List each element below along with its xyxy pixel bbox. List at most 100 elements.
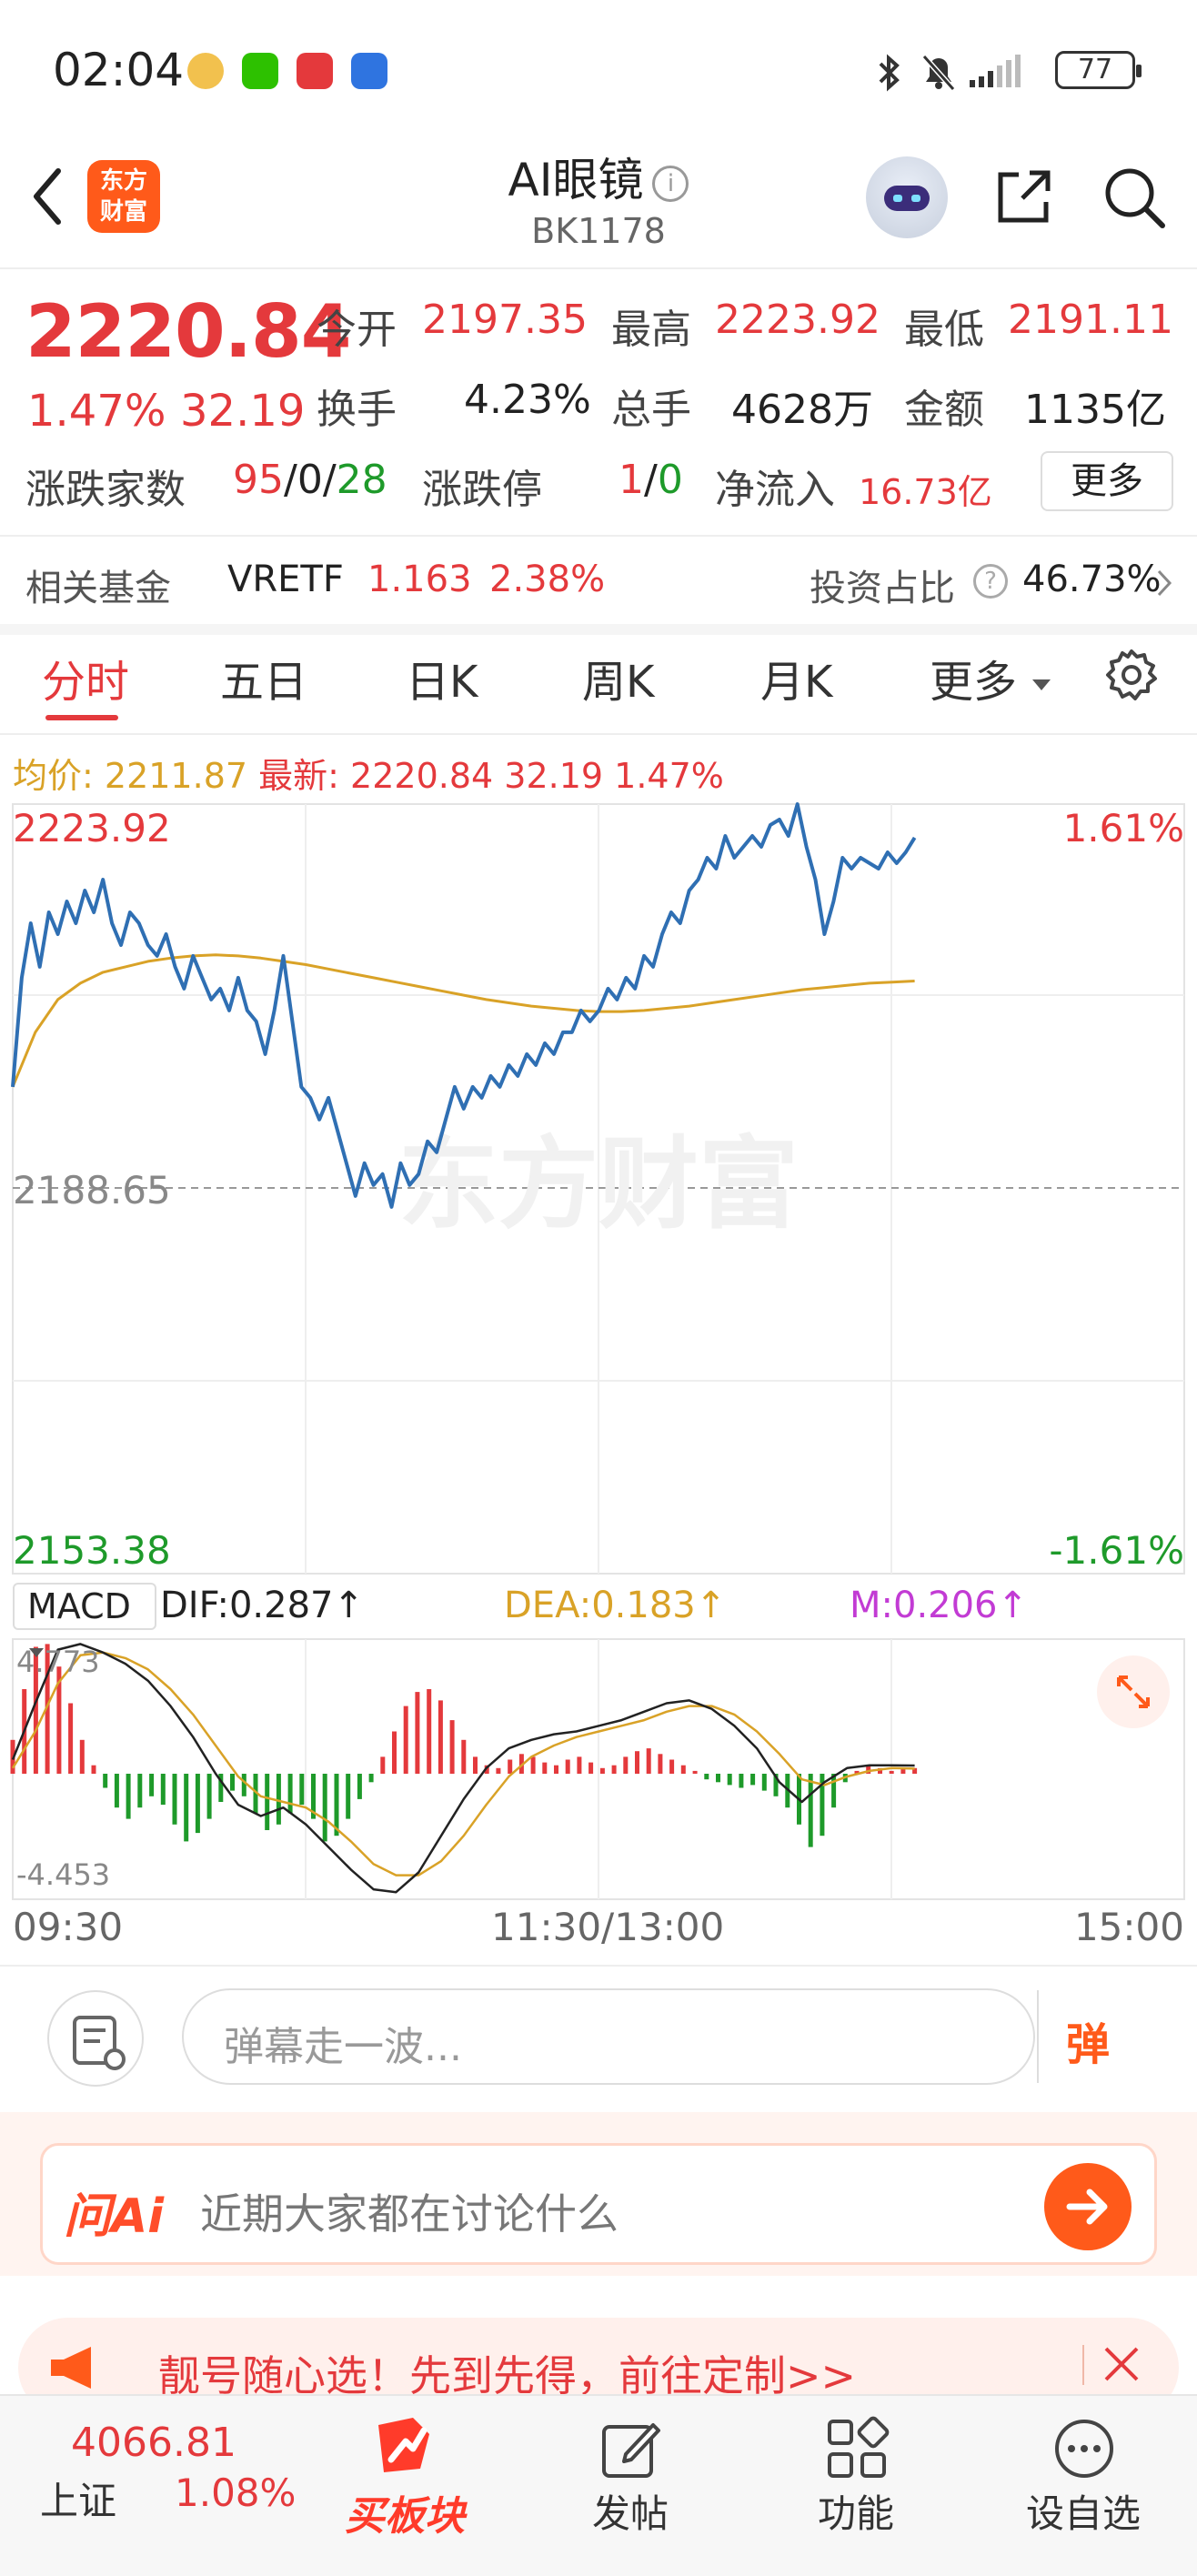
more-dots-icon[interactable] [1051, 2416, 1117, 2481]
divider [0, 267, 1197, 269]
close-icon[interactable] [1099, 2341, 1144, 2387]
limit-up: 1 [619, 457, 644, 503]
divider [0, 733, 1197, 735]
macd-bar [438, 1700, 443, 1774]
macd-bar [79, 1739, 85, 1774]
limit-values: 1/0 [619, 457, 683, 503]
tab-five-day[interactable]: 五日 [220, 646, 307, 709]
high-value: 2223.92 [715, 297, 880, 343]
chevron-right-icon[interactable] [1155, 568, 1173, 599]
open-label: 今开 [317, 307, 397, 353]
macd-bar [565, 1759, 570, 1774]
breadth-values: 95/0/28 [233, 457, 387, 503]
netflow-value: 16.73亿 [859, 472, 992, 512]
limit-down: 0 [657, 457, 683, 503]
turnover-label: 换手 [317, 387, 397, 433]
huawei-icon [297, 53, 333, 89]
comment-settings-icon[interactable] [47, 1990, 144, 2087]
watchlist-label[interactable]: 设自选 [1015, 2483, 1152, 2539]
macd-bar [692, 1770, 698, 1774]
x-tick-close: 15:00 [1073, 1905, 1184, 1949]
notification-badge-icon [187, 53, 224, 89]
fund-label: 相关基金 [25, 568, 171, 609]
gear-icon[interactable] [1104, 648, 1159, 702]
slash: / [284, 457, 297, 503]
turnover-value: 4.23% [464, 377, 591, 423]
related-fund-row[interactable]: 相关基金 VRETF 1.163 2.38% 投资占比 ? 46.73% [0, 537, 1197, 624]
macd-bar [357, 1774, 362, 1799]
avg-value: 2211.87 [104, 756, 248, 796]
edit-icon[interactable] [598, 2416, 664, 2481]
arrow-right-icon[interactable] [1044, 2163, 1132, 2250]
index-name[interactable]: 上证 [40, 2470, 116, 2526]
latest-label: 最新: [258, 756, 339, 796]
high-label: 最高 [611, 307, 691, 353]
macd-bar [403, 1706, 408, 1774]
avg-price-line [11, 953, 915, 1088]
slash: / [322, 457, 337, 503]
info-icon[interactable]: i [652, 165, 689, 202]
macd-bar [761, 1774, 767, 1791]
divider [0, 1965, 1197, 1967]
post-label[interactable]: 发帖 [562, 2483, 699, 2539]
macd-bar [91, 1765, 96, 1774]
indicator-selector[interactable]: MACD [13, 1583, 156, 1657]
danmu-toggle-button[interactable]: 弹 [1037, 1990, 1146, 2083]
mute-bell-icon [921, 55, 956, 91]
ratio-value: 46.73% [1022, 558, 1162, 600]
macd-max-label: 4.773 [16, 1645, 100, 1679]
macd-bar [299, 1774, 305, 1806]
macd-bar [623, 1756, 629, 1774]
macd-bar [322, 1774, 327, 1842]
macd-bar [427, 1689, 432, 1774]
index-value[interactable]: 4066.81 [71, 2420, 236, 2466]
macd-bar [669, 1759, 675, 1774]
buy-sector-icon[interactable] [369, 2409, 442, 2481]
macd-bar [680, 1765, 686, 1774]
macd-bar [716, 1774, 720, 1783]
buy-sector-label[interactable]: 买板块 [337, 2483, 473, 2541]
macd-bar [195, 1774, 200, 1834]
function-label[interactable]: 功能 [788, 2483, 924, 2539]
battery-indicator: 77 [1055, 51, 1142, 89]
macd-bar [727, 1774, 732, 1786]
up-arrow-icon: ↑ [695, 1585, 727, 1626]
latest-change: 32.19 [504, 756, 604, 796]
prev-close-label: 2188.65 [13, 1168, 171, 1213]
tab-monthly-k[interactable]: 月K [760, 646, 832, 709]
divider [1082, 2345, 1084, 2385]
up-arrow-icon: ↑ [997, 1585, 1029, 1626]
limit-label: 涨跌停 [422, 467, 542, 513]
help-icon[interactable]: ? [973, 564, 1008, 599]
macd-bar [508, 1759, 513, 1774]
dif-value: DIF:0.287↑ [160, 1585, 364, 1626]
more-button[interactable]: 更多 [1041, 451, 1173, 511]
ai-assistant-icon[interactable] [866, 156, 948, 238]
status-bar: 02:04 77 [0, 0, 1197, 136]
tab-intraday[interactable]: 分时 [42, 646, 129, 709]
share-icon[interactable] [991, 164, 1057, 229]
tab-more[interactable]: 更多 [930, 646, 1052, 709]
wechat-icon [242, 53, 278, 89]
tab-daily-k[interactable]: 日K [406, 646, 478, 709]
grid-icon[interactable] [824, 2416, 890, 2481]
macd-bar [392, 1731, 397, 1774]
signal-icon [970, 55, 1021, 87]
expand-icon[interactable] [1097, 1655, 1170, 1728]
bluetooth-icon [879, 54, 900, 92]
macd-bar [126, 1774, 131, 1819]
ask-ai-logo: 问Ai [64, 2189, 165, 2244]
tab-weekly-k[interactable]: 周K [582, 646, 654, 709]
intraday-chart[interactable]: 东方财富 [0, 791, 1197, 1965]
fund-name[interactable]: VRETF [227, 558, 344, 600]
macd-bar [114, 1774, 119, 1808]
dif-text: DIF:0.287 [160, 1585, 334, 1626]
macd-bar [449, 1720, 455, 1774]
macd-bar [831, 1774, 837, 1808]
macd-bar [496, 1767, 501, 1774]
index-pct[interactable]: 1.08% [175, 2470, 296, 2515]
breadth-up: 95 [233, 457, 284, 503]
search-icon[interactable] [1099, 162, 1168, 231]
amount-value: 1135亿 [1024, 387, 1166, 433]
macd-bar [276, 1774, 281, 1825]
